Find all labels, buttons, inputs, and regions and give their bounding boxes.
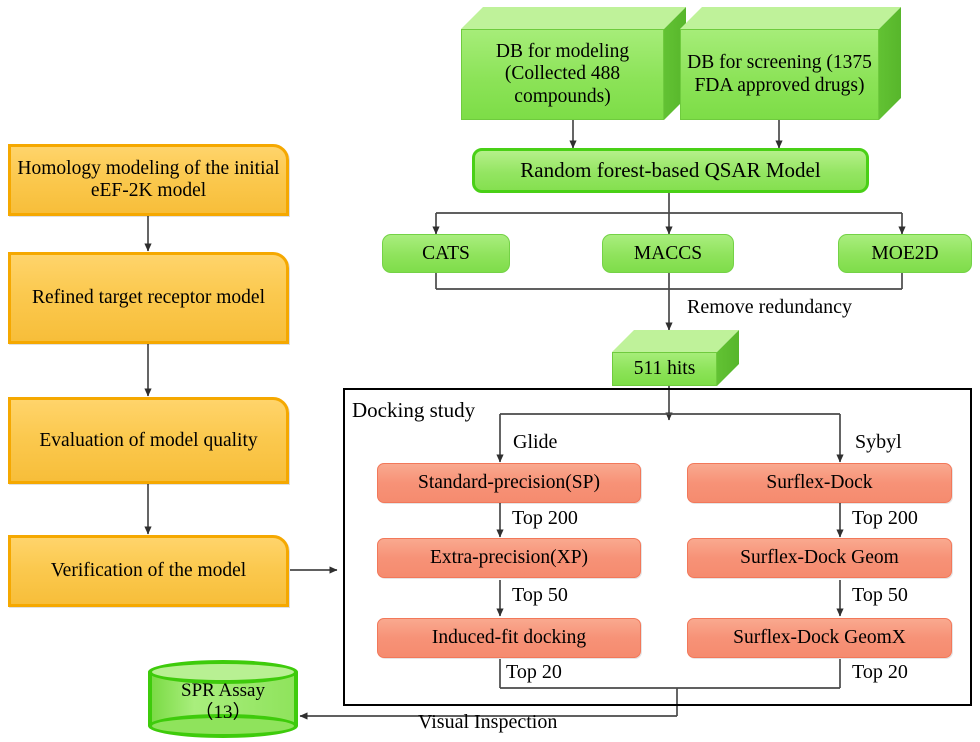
node-evaluation-of-model-quality-label: Evaluation of model quality bbox=[39, 429, 258, 451]
node-evaluation-of-model-quality[interactable]: Evaluation of model quality bbox=[8, 397, 289, 484]
node-surflex-dock-geom[interactable]: Surflex-Dock Geom bbox=[687, 538, 952, 578]
node-surflex-dock[interactable]: Surflex-Dock bbox=[687, 463, 952, 503]
edge-label-top50-left: Top 50 bbox=[512, 584, 568, 606]
edge-label-top50-right: Top 50 bbox=[852, 584, 908, 606]
edge-label-top200-left: Top 200 bbox=[512, 507, 578, 529]
node-511-hits-label: 511 hits bbox=[633, 357, 696, 379]
node-homology-modeling[interactable]: Homology modeling of the initial eEF-2K … bbox=[8, 144, 289, 216]
cube-top-face bbox=[612, 330, 739, 352]
node-surflex-dock-geomx-label: Surflex-Dock GeomX bbox=[733, 627, 906, 649]
edge-label-remove-redundancy: Remove redundancy bbox=[687, 296, 852, 318]
docking-study-title: Docking study bbox=[352, 398, 476, 422]
node-extra-precision-xp-label: Extra-precision(XP) bbox=[429, 547, 589, 569]
node-surflex-dock-geom-label: Surflex-Dock Geom bbox=[740, 547, 899, 569]
node-qsar-model[interactable]: Random forest-based QSAR Model bbox=[472, 148, 869, 193]
cube-top-face bbox=[461, 7, 686, 29]
node-descriptor-moe2d[interactable]: MOE2D bbox=[838, 234, 972, 273]
edge-label-glide: Glide bbox=[513, 431, 558, 453]
edge-label-visual-inspection: Visual Inspection bbox=[418, 711, 558, 733]
node-refined-target-receptor-label: Refined target receptor model bbox=[31, 287, 265, 309]
edge-label-top200-right: Top 200 bbox=[852, 507, 918, 529]
node-verification-of-the-model-label: Verification of the model bbox=[50, 560, 247, 582]
node-descriptor-cats[interactable]: CATS bbox=[382, 234, 510, 273]
node-refined-target-receptor[interactable]: Refined target receptor model bbox=[8, 252, 289, 344]
node-spr-assay-label: SPR Assay （13） bbox=[148, 666, 298, 738]
flowchart-canvas: Homology modeling of the initial eEF-2K … bbox=[0, 0, 980, 742]
node-spr-assay-line1: SPR Assay bbox=[181, 679, 265, 701]
edge-label-top20-left: Top 20 bbox=[506, 661, 562, 683]
node-descriptor-cats-label: CATS bbox=[422, 242, 470, 264]
node-verification-of-the-model[interactable]: Verification of the model bbox=[8, 535, 289, 607]
node-spr-assay[interactable]: SPR Assay （13） bbox=[148, 660, 298, 738]
node-spr-assay-line2: （13） bbox=[194, 702, 252, 723]
node-surflex-dock-geomx[interactable]: Surflex-Dock GeomX bbox=[687, 618, 952, 658]
node-induced-fit-docking[interactable]: Induced-fit docking bbox=[377, 618, 641, 658]
node-descriptor-moe2d-label: MOE2D bbox=[871, 242, 939, 264]
node-descriptor-maccs-label: MACCS bbox=[633, 242, 703, 264]
node-extra-precision-xp[interactable]: Extra-precision(XP) bbox=[377, 538, 641, 578]
node-db-for-modeling[interactable]: DB for modeling (Collected 488 compounds… bbox=[461, 7, 686, 120]
node-db-for-modeling-label: DB for modeling (Collected 488 compounds… bbox=[495, 41, 630, 107]
node-db-for-screening-label: DB for screening (1375 FDA approved drug… bbox=[687, 52, 872, 96]
node-db-for-screening[interactable]: DB for screening (1375 FDA approved drug… bbox=[680, 7, 901, 120]
node-descriptor-maccs[interactable]: MACCS bbox=[602, 234, 734, 273]
node-homology-modeling-label: Homology modeling of the initial eEF-2K … bbox=[17, 158, 280, 201]
node-standard-precision-sp-label: Standard-precision(SP) bbox=[418, 472, 600, 494]
node-511-hits[interactable]: 511 hits bbox=[612, 330, 739, 386]
edge-label-sybyl: Sybyl bbox=[855, 431, 902, 453]
node-induced-fit-docking-label: Induced-fit docking bbox=[431, 627, 587, 649]
edge-label-top20-right: Top 20 bbox=[852, 661, 908, 683]
node-surflex-dock-label: Surflex-Dock bbox=[766, 472, 873, 494]
node-qsar-model-label: Random forest-based QSAR Model bbox=[520, 157, 821, 182]
cube-top-face bbox=[680, 7, 901, 29]
node-standard-precision-sp[interactable]: Standard-precision(SP) bbox=[377, 463, 641, 503]
